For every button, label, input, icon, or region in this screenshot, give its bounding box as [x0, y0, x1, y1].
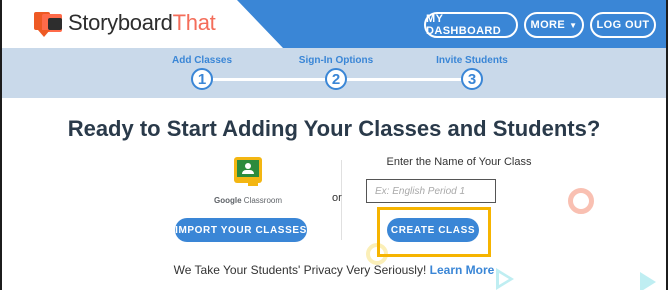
create-class-button[interactable]: CREATE CLASS [387, 218, 479, 242]
classroom-product-text: Classroom [243, 196, 283, 205]
privacy-notice: We Take Your Students' Privacy Very Seri… [0, 263, 668, 277]
step-1-circle: 1 [191, 68, 213, 90]
step-connector [345, 78, 469, 81]
progress-steps: Add Classes 1 Sign-In Options 2 Invite S… [2, 48, 666, 98]
learn-more-link[interactable]: Learn More [430, 263, 495, 277]
create-class-label: CREATE CLASS [390, 224, 476, 236]
logo-text-accent: That [172, 10, 216, 35]
decorative-ring [568, 188, 594, 214]
page-title: Ready to Start Adding Your Classes and S… [67, 116, 601, 141]
page: StoryboardThat MY DASHBOARD MORE ▼ LOG O… [0, 0, 668, 290]
class-name-label: Enter the Name of Your Class [386, 156, 532, 168]
privacy-text: We Take Your Students' Privacy Very Seri… [173, 263, 427, 277]
google-classroom-icon [234, 157, 262, 187]
frame-border-left [0, 0, 2, 290]
step-3-label: Invite Students [436, 55, 508, 66]
class-name-input[interactable] [366, 179, 496, 203]
import-your-classes-label: IMPORT YOUR CLASSES [175, 224, 307, 236]
storyboardthat-logo[interactable]: StoryboardThat [34, 8, 216, 38]
step-3-circle: 3 [461, 68, 483, 90]
google-classroom-label: Google Classroom [196, 196, 300, 205]
my-dashboard-label: MY DASHBOARD [426, 13, 502, 37]
import-your-classes-button[interactable]: IMPORT YOUR CLASSES [175, 218, 307, 242]
header: StoryboardThat MY DASHBOARD MORE ▼ LOG O… [2, 0, 666, 48]
more-menu-button[interactable]: MORE ▼ [524, 12, 584, 38]
log-out-label: LOG OUT [596, 19, 650, 31]
step-2-circle: 2 [325, 68, 347, 90]
speech-bubble-logo-icon [34, 8, 64, 38]
logo-text-main: Storyboard [68, 10, 173, 35]
google-brand-text: Google [213, 196, 242, 205]
step-2-label: Sign-In Options [298, 55, 374, 66]
or-separator: or [332, 192, 342, 204]
logo-text: StoryboardThat [68, 10, 216, 36]
step-1-label: Add Classes [171, 55, 233, 66]
log-out-button[interactable]: LOG OUT [590, 12, 656, 38]
step-connector [213, 78, 337, 81]
chevron-down-icon: ▼ [569, 20, 578, 30]
my-dashboard-button[interactable]: MY DASHBOARD [424, 12, 518, 38]
more-label: MORE [530, 19, 566, 31]
